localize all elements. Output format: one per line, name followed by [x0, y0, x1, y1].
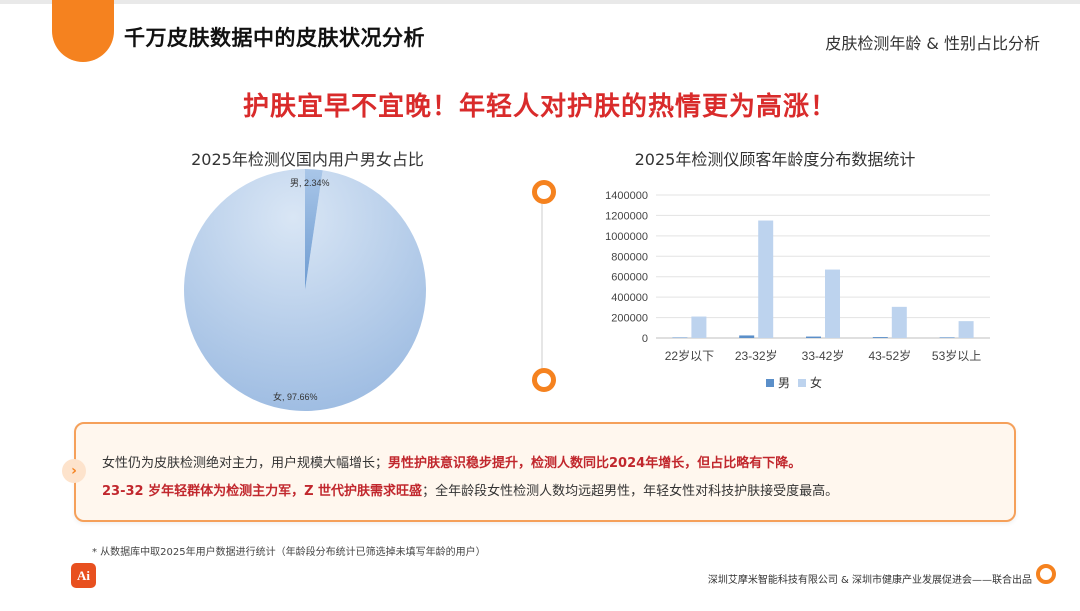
bar-female-1: [758, 220, 774, 338]
x-tick-label: 33-42岁: [802, 348, 845, 363]
x-tick-label: 43-52岁: [868, 348, 911, 363]
bar-female-2: [825, 269, 840, 338]
bar-male-4: [939, 337, 955, 338]
insight-callout: [74, 422, 1016, 522]
chevron-right-icon: ›: [62, 459, 86, 483]
x-tick-label: 23-32岁: [735, 348, 778, 363]
bar-chart: 0 200000 400000 600000 800000 1000000 1200000 1…: [605, 190, 990, 390]
bar-chart-x-axis: 22岁以下 23-32岁 33-42岁 43-52岁 53岁以上: [665, 348, 982, 363]
bar-female-3: [891, 306, 907, 338]
insight-line-1-normal: 女性仍为皮肤检测绝对主力，用户规模大幅增长；: [102, 456, 389, 471]
timeline-node-top: [532, 180, 556, 204]
bar-chart-grid: [656, 194, 990, 339]
company-logo: Ai: [71, 563, 96, 588]
section-title: 皮肤检测年龄 & 性别占比分析: [825, 34, 1040, 53]
insight-line-1: 女性仍为皮肤检测绝对主力，用户规模大幅增长；男性护肤意识稳步提升，检测人数同比2…: [102, 452, 1002, 471]
bar-male-2: [806, 336, 821, 338]
x-tick-label: 53岁以上: [932, 348, 981, 363]
bar-chart-title: 2025年检测仪顾客年龄度分布数据统计: [634, 150, 916, 169]
pie-chart-title: 2025年检测仪国内用户男女占比: [191, 150, 424, 169]
legend-swatch-male: [766, 379, 774, 387]
pie-label-male: 男, 2.34%: [290, 178, 330, 188]
legend-swatch-female: [798, 379, 806, 387]
bar-chart-bars: [672, 220, 974, 338]
legend-label-male: 男: [778, 376, 790, 390]
insight-line-2-normal: ；全年龄段女性检测人数均远超男性，年轻女性对科技护肤接受度最高。: [422, 484, 839, 499]
insight-line-1-highlight: 男性护肤意识稳步提升，检测人数同比2024年增长，但占比略有下降。: [388, 456, 802, 471]
legend-label-female: 女: [810, 375, 822, 390]
y-tick-label: 600000: [611, 272, 648, 284]
bar-chart-y-axis: 0 200000 400000 600000 800000 1000000 1200000 1…: [605, 190, 648, 345]
y-tick-label: 400000: [611, 292, 648, 304]
y-tick-label: 1200000: [605, 210, 648, 222]
y-tick-label: 0: [642, 333, 648, 345]
insight-line-2-highlight: 23-32 岁年轻群体为检测主力军，Z 世代护肤需求旺盛: [102, 484, 423, 499]
timeline-node-bottom: [532, 368, 556, 392]
pie-label-female: 女, 97.66%: [273, 391, 318, 402]
bar-male-1: [739, 335, 755, 338]
corner-decoration: [52, 0, 114, 62]
y-tick-label: 1400000: [605, 190, 648, 202]
bar-female-4: [958, 321, 974, 338]
bar-female-0: [691, 316, 707, 338]
bar-male-3: [872, 337, 888, 338]
insight-line-2: 23-32 岁年轻群体为检测主力军，Z 世代护肤需求旺盛；全年龄段女性检测人数均…: [102, 480, 1002, 499]
top-border: [0, 0, 1080, 4]
footnote: * 从数据库中取2025年用户数据进行统计（年龄段分布统计已筛选掉未填写年龄的用…: [92, 547, 486, 558]
credit-text: 深圳艾摩米智能科技有限公司 & 深圳市健康产业发展促进会——联合出品: [707, 575, 1032, 586]
headline: 护肤宜早不宜晚！年轻人对护肤的热情更为高涨！: [242, 92, 837, 122]
y-tick-label: 800000: [611, 251, 648, 263]
timeline-line: [541, 192, 543, 380]
bar-male-0: [672, 337, 688, 338]
y-tick-label: 200000: [611, 313, 648, 325]
pie-chart: 男, 2.34% 女, 97.66%: [184, 169, 426, 411]
bar-chart-legend: 男 女: [766, 375, 822, 390]
y-tick-label: 1000000: [605, 231, 648, 243]
credit-ring-decoration: [1036, 564, 1056, 584]
x-tick-label: 22岁以下: [665, 348, 714, 363]
page-title: 千万皮肤数据中的皮肤状况分析: [124, 26, 425, 50]
